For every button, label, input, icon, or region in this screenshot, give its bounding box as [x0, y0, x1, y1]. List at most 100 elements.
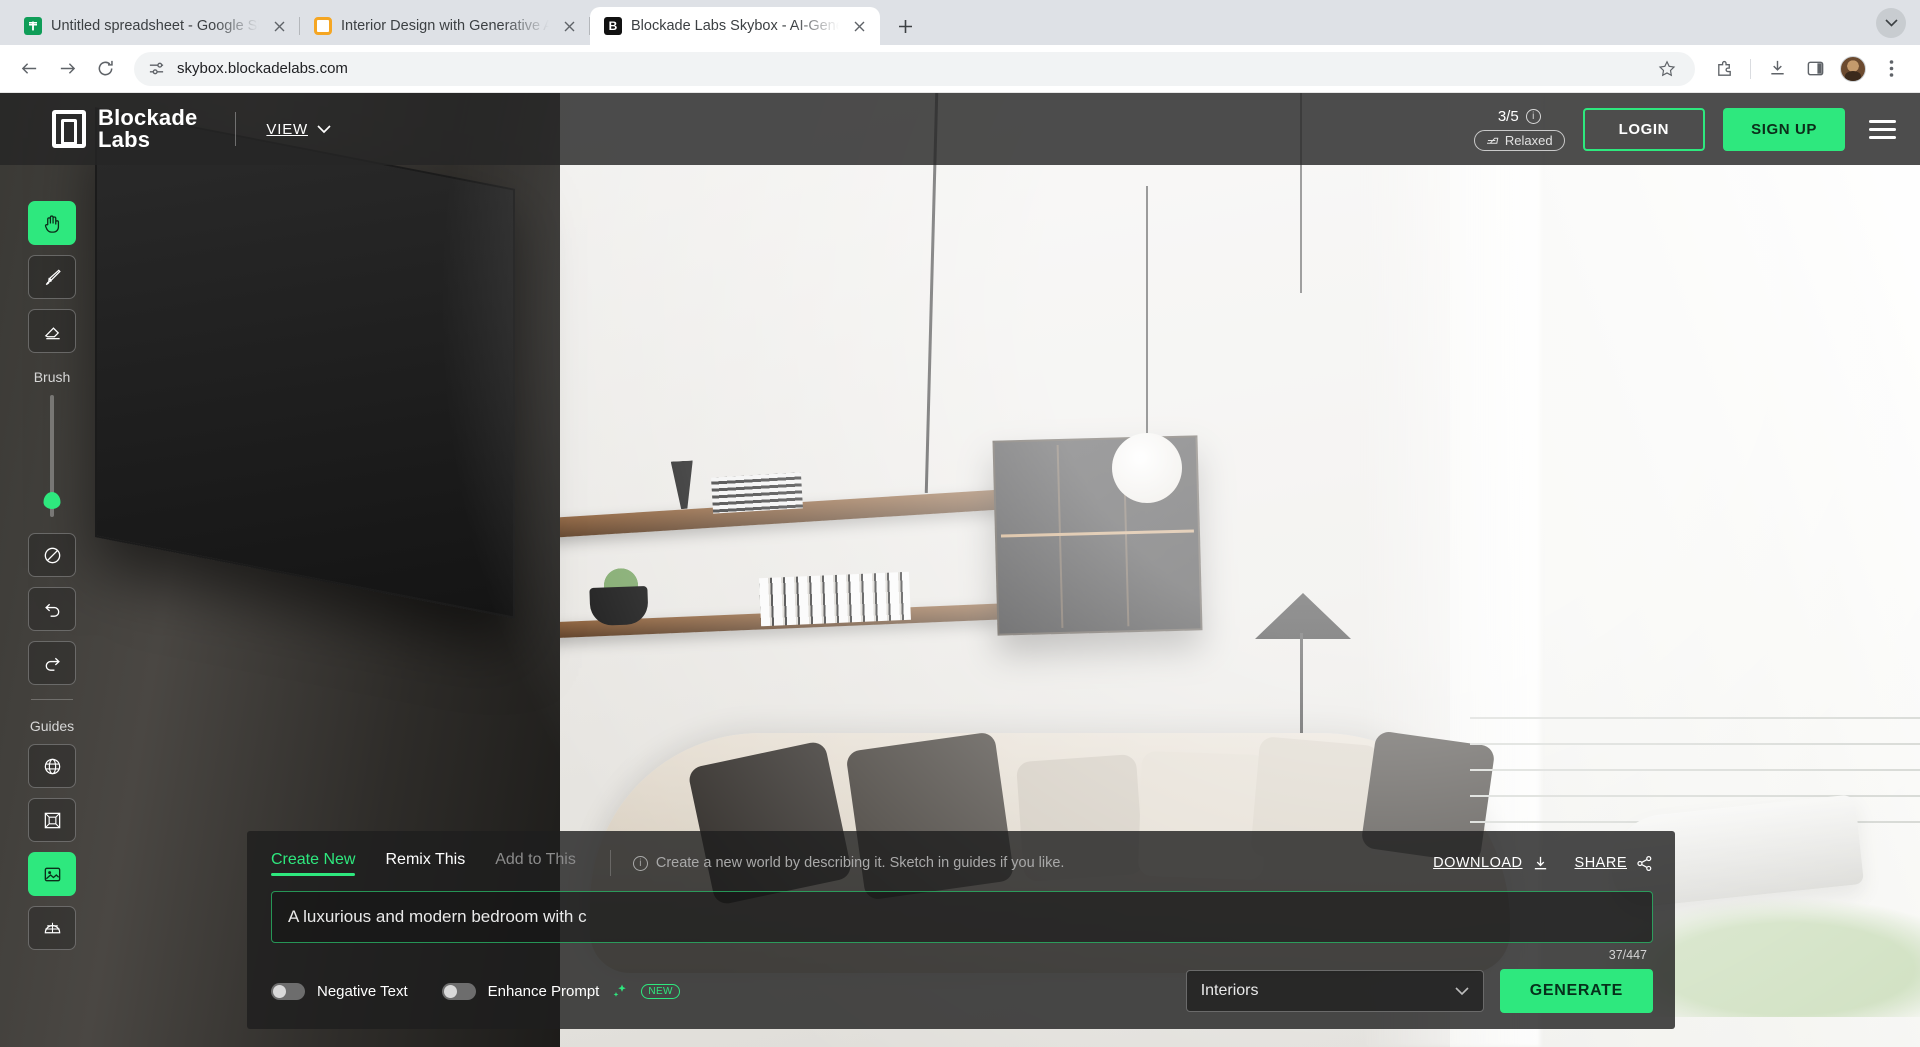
rail-divider: [31, 699, 73, 700]
prompt-input-wrap: 37/447: [271, 891, 1653, 943]
panel-divider: [610, 850, 611, 876]
prompt-panel: Create New Remix This Add to This i Crea…: [247, 831, 1675, 1029]
share-icon: [1636, 855, 1653, 872]
tab-title: Untitled spreadsheet - Google Sheets: [51, 18, 259, 34]
queue-mode-badge[interactable]: Relaxed: [1474, 130, 1565, 151]
download-icon: [1532, 855, 1549, 872]
credits-block: 3/5 i Relaxed: [1474, 108, 1565, 151]
url-text[interactable]: skybox.blockadelabs.com: [177, 60, 1641, 77]
close-icon[interactable]: [848, 15, 870, 37]
paint-tool[interactable]: [28, 255, 76, 299]
undo-tool[interactable]: [28, 587, 76, 631]
enhance-prompt-label: Enhance Prompt: [488, 983, 600, 1000]
negative-text-control[interactable]: Negative Text: [271, 983, 408, 1000]
back-arrow-icon[interactable]: [12, 52, 46, 86]
browser-toolbar: skybox.blockadelabs.com: [0, 45, 1920, 93]
toolbar-divider: [1750, 59, 1751, 79]
tab-create-new[interactable]: Create New: [271, 851, 355, 876]
image-guide[interactable]: [28, 852, 76, 896]
prompt-input[interactable]: [271, 891, 1653, 943]
left-tool-rail: Brush Guides: [26, 201, 78, 960]
panel-bottom-row: Negative Text Enhance Prompt NEW Interio…: [271, 969, 1653, 1013]
signup-button[interactable]: SIGN UP: [1723, 108, 1845, 151]
star-icon[interactable]: [1653, 55, 1681, 83]
grid-dome-icon: [42, 918, 63, 939]
skybox-viewport[interactable]: Blockade Labs VIEW 3/5 i: [0, 93, 1920, 1047]
enhance-prompt-control[interactable]: Enhance Prompt NEW: [442, 982, 680, 1000]
browser-tab-3[interactable]: B Blockade Labs Skybox - AI-Generated 36…: [590, 7, 880, 45]
chevron-down-icon[interactable]: [1876, 8, 1906, 38]
chevron-down-icon: [1455, 987, 1469, 996]
view-menu-button[interactable]: VIEW: [266, 121, 331, 138]
eraser-tool[interactable]: [28, 309, 76, 353]
tab-strip: Untitled spreadsheet - Google Sheets Int…: [0, 0, 1920, 45]
style-select-value: Interiors: [1201, 982, 1259, 1000]
forward-arrow-icon[interactable]: [50, 52, 84, 86]
char-counter: 37/447: [1609, 948, 1647, 962]
browser-tab-1[interactable]: Untitled spreadsheet - Google Sheets: [10, 7, 300, 45]
brush-size-handle[interactable]: [44, 492, 61, 509]
app-header: Blockade Labs VIEW 3/5 i: [0, 93, 1920, 165]
share-label: SHARE: [1575, 855, 1627, 871]
header-right-group: 3/5 i Relaxed LOGIN SIGN UP: [1474, 108, 1896, 151]
undo-arrow-icon: [42, 599, 63, 620]
negative-text-toggle[interactable]: [271, 983, 305, 1000]
speed-icon: [1486, 135, 1499, 146]
tab-title: Interior Design with Generative AI: [341, 18, 549, 34]
login-button[interactable]: LOGIN: [1583, 108, 1706, 151]
guides-label: Guides: [30, 718, 74, 734]
generate-controls: Interiors GENERATE: [1186, 969, 1653, 1013]
browser-tab-2[interactable]: Interior Design with Generative AI: [300, 7, 590, 45]
chevron-down-icon: [317, 125, 331, 134]
style-select[interactable]: Interiors: [1186, 970, 1484, 1012]
generate-button[interactable]: GENERATE: [1500, 969, 1653, 1013]
blockade-labs-logo[interactable]: Blockade Labs: [52, 107, 197, 152]
downloads-icon[interactable]: [1760, 52, 1794, 86]
new-tab-button[interactable]: [888, 9, 922, 43]
redo-tool[interactable]: [28, 641, 76, 685]
tab-title: Blockade Labs Skybox - AI-Generated 360: [631, 18, 839, 34]
brush-size-slider[interactable]: [50, 395, 54, 517]
extensions-icon[interactable]: [1707, 52, 1741, 86]
panel-hint: i Create a new world by describing it. S…: [633, 855, 1065, 871]
reload-icon[interactable]: [88, 52, 122, 86]
download-label: DOWNLOAD: [1433, 855, 1522, 871]
avatar: [1840, 56, 1866, 82]
info-icon[interactable]: i: [1526, 109, 1541, 124]
credits-count: 3/5: [1498, 108, 1519, 125]
eraser-icon: [42, 321, 63, 342]
side-panel-icon[interactable]: [1798, 52, 1832, 86]
redo-arrow-icon: [42, 653, 63, 674]
logo-line-1: Blockade: [98, 107, 197, 129]
close-icon[interactable]: [558, 15, 580, 37]
depth-guide[interactable]: [28, 906, 76, 950]
logo-line-2: Labs: [98, 129, 197, 151]
blockade-logo-icon: [52, 110, 86, 148]
tune-icon[interactable]: [148, 60, 165, 77]
sheets-icon: [24, 17, 42, 35]
profile-avatar[interactable]: [1836, 52, 1870, 86]
tab-add-to-this: Add to This: [495, 851, 576, 876]
hamburger-menu-icon[interactable]: [1869, 120, 1896, 139]
sphere-guide[interactable]: [28, 744, 76, 788]
tab-remix-this[interactable]: Remix This: [385, 851, 465, 876]
paintbrush-icon: [42, 267, 63, 288]
orange-square-icon: [314, 17, 332, 35]
address-bar[interactable]: skybox.blockadelabs.com: [134, 52, 1695, 86]
three-dot-menu-icon[interactable]: [1874, 52, 1908, 86]
brush-label: Brush: [34, 369, 71, 385]
sparkle-icon: [611, 982, 629, 1000]
pan-tool[interactable]: [28, 201, 76, 245]
enhance-prompt-toggle[interactable]: [442, 983, 476, 1000]
hand-icon: [42, 213, 63, 234]
clear-tool[interactable]: [28, 533, 76, 577]
browser-window: Untitled spreadsheet - Google Sheets Int…: [0, 0, 1920, 1047]
download-button[interactable]: DOWNLOAD: [1433, 855, 1548, 872]
cube-guide[interactable]: [28, 798, 76, 842]
panel-actions: DOWNLOAD SHARE: [1433, 855, 1653, 872]
info-icon: i: [633, 856, 648, 871]
share-button[interactable]: SHARE: [1575, 855, 1653, 872]
close-icon[interactable]: [268, 15, 290, 37]
cube-icon: [42, 810, 63, 831]
blockade-icon: B: [604, 17, 622, 35]
